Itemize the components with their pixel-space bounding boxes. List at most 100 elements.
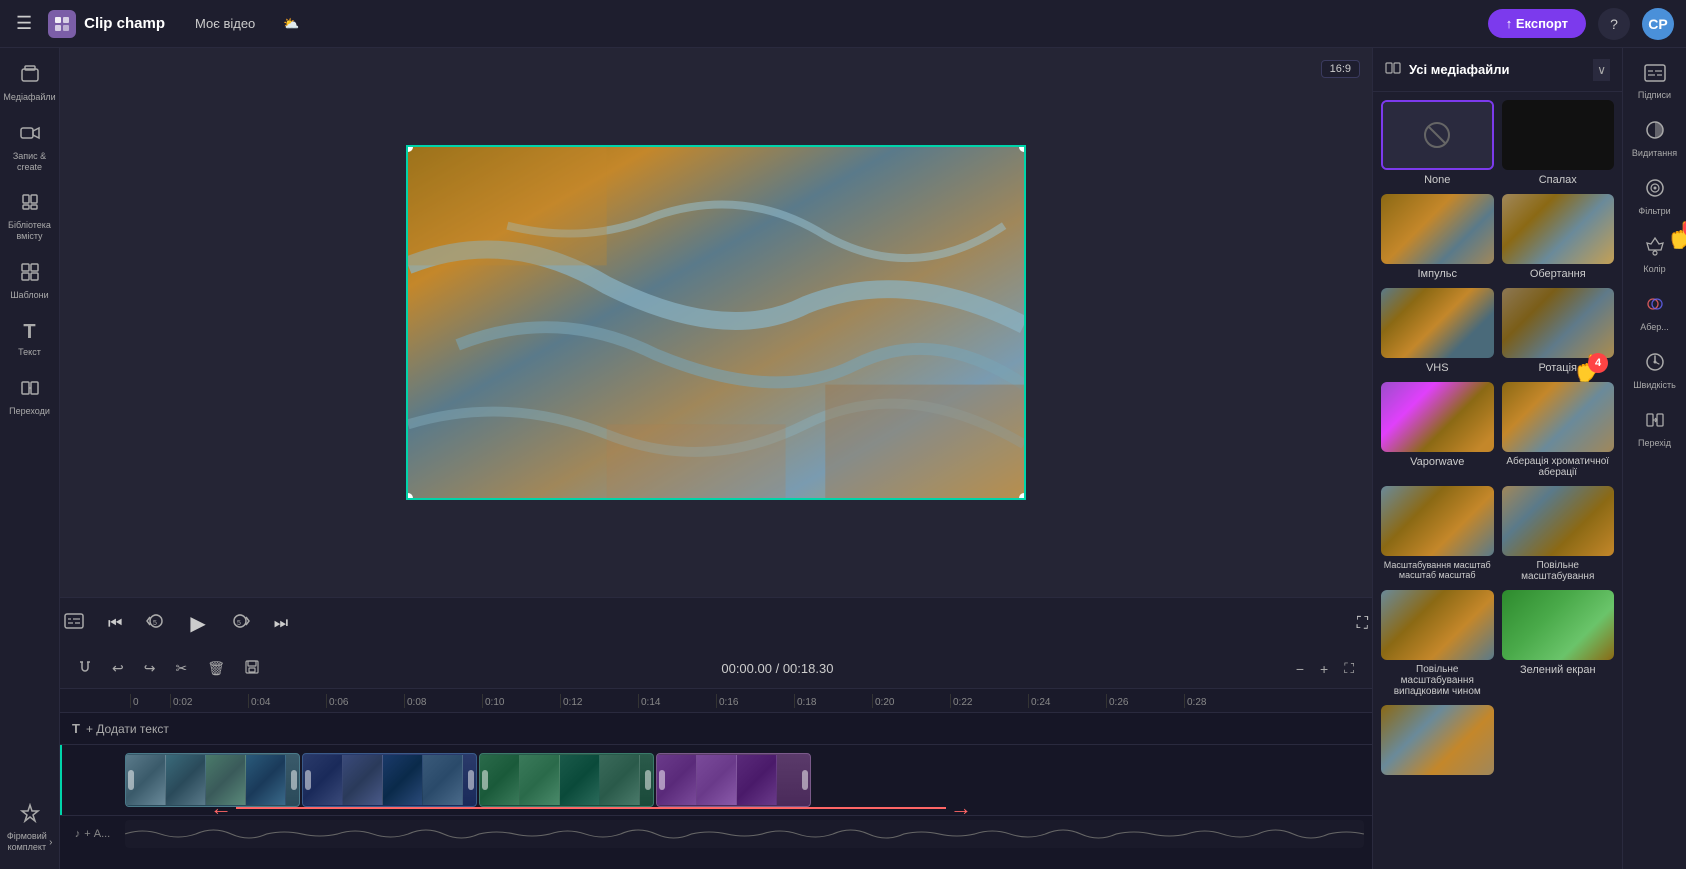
play-button[interactable]: ▶: [186, 607, 209, 640]
forward5s-button[interactable]: 5: [226, 607, 254, 640]
zoom-in-button[interactable]: +: [1314, 656, 1334, 681]
save-clip-button[interactable]: [239, 656, 265, 681]
transition-slow-zoom-2[interactable]: Повільне масштабування випадковим чином: [1381, 590, 1494, 697]
video-clip-4[interactable]: 👆 2: [656, 753, 811, 807]
transition-slow-zoom-random-thumb[interactable]: [1381, 486, 1494, 556]
cut-button[interactable]: ✂: [169, 656, 193, 681]
export-button[interactable]: ↑ Експорт: [1488, 9, 1586, 38]
transition-impulse-thumb[interactable]: [1381, 194, 1494, 264]
corner-handle-br[interactable]: [1019, 493, 1026, 500]
sidebar-item-brand-kit[interactable]: Фірмовий комплект ›: [3, 795, 57, 861]
transition-slow-zoom-random[interactable]: Масштабування масштаб масштаб масштаб: [1381, 486, 1494, 582]
forward-to-end-button[interactable]: ⏭: [270, 611, 292, 637]
filters-icon: [1645, 178, 1665, 203]
avatar-button[interactable]: CP: [1642, 8, 1674, 40]
help-button[interactable]: ?: [1598, 8, 1630, 40]
transition-impulse[interactable]: Імпульс: [1381, 194, 1494, 280]
transition-vhs[interactable]: VHS: [1381, 288, 1494, 374]
transition-rotation-img: [1502, 194, 1615, 264]
audio-add-label: + А...: [84, 828, 110, 840]
transition-green-screen[interactable]: Зелений екран: [1502, 590, 1615, 697]
redo-button[interactable]: ↪: [138, 656, 162, 681]
ratio-badge[interactable]: 16:9: [1321, 60, 1360, 78]
clip-thumb: [206, 755, 246, 805]
transitions-grid: None Спалах Імпульс: [1381, 100, 1614, 779]
panel-collapse-button[interactable]: ∨: [1593, 59, 1610, 81]
transition-flash[interactable]: Спалах: [1502, 100, 1615, 186]
clip-1-right-handle[interactable]: [291, 770, 297, 790]
far-sidebar-speed[interactable]: Швидкість: [1627, 344, 1683, 398]
transition-vaporwave-thumb[interactable]: [1381, 382, 1494, 452]
my-videos-nav[interactable]: Моє відео: [185, 12, 265, 35]
delete-button[interactable]: 🗑: [201, 656, 231, 681]
far-sidebar-color[interactable]: Колір 👆 3: [1627, 228, 1683, 282]
far-sidebar-aberration[interactable]: Абер...: [1627, 286, 1683, 340]
transition-rotation-thumb[interactable]: [1502, 194, 1615, 264]
svg-text:5: 5: [153, 620, 157, 627]
clip-2-left-handle[interactable]: [305, 770, 311, 790]
topbar-nav: Моє відео ⛅: [185, 12, 309, 36]
transition-slow-zoom[interactable]: Повільне масштабування: [1502, 486, 1615, 582]
clip-4-left-handle[interactable]: [659, 770, 665, 790]
video-clip-3[interactable]: [479, 753, 654, 807]
transition-sidebar-icon: [1645, 410, 1665, 435]
magnet-tool-button[interactable]: [72, 656, 98, 681]
clip-4-right-handle[interactable]: [802, 770, 808, 790]
zoom-out-button[interactable]: −: [1290, 656, 1310, 681]
corner-handle-tr[interactable]: [1019, 145, 1026, 152]
sidebar-item-text[interactable]: T Текст: [3, 313, 57, 366]
transition-none-thumb[interactable]: [1381, 100, 1494, 170]
clip-1-left-handle[interactable]: [128, 770, 134, 790]
transition-vhs-thumb[interactable]: [1381, 288, 1494, 358]
transition-flash-thumb[interactable]: [1502, 100, 1615, 170]
far-sidebar-fading[interactable]: Видитання: [1627, 112, 1683, 166]
mediafiles-label: Медіафайли: [3, 92, 55, 103]
playback-bar: ⏮ 5 ▶ 5 ⏭ ⛶: [60, 597, 1372, 649]
rewind-to-start-button[interactable]: ⏮: [104, 611, 126, 637]
transition-aberration-thumb[interactable]: [1502, 382, 1615, 452]
clip-thumb: [737, 755, 777, 805]
templates-icon: [20, 262, 40, 287]
transition-rotation[interactable]: Обертання: [1502, 194, 1615, 280]
transition-aberration[interactable]: Аберація хроматичної аберації: [1502, 382, 1615, 478]
playhead[interactable]: [60, 745, 62, 815]
clip-3-left-handle[interactable]: [482, 770, 488, 790]
transition-green-screen-thumb[interactable]: [1502, 590, 1615, 660]
sidebar-item-transitions[interactable]: Переходи: [3, 370, 57, 425]
clip-3-right-handle[interactable]: [645, 770, 651, 790]
video-clip-2[interactable]: [302, 753, 477, 807]
sidebar-item-templates[interactable]: Шаблони: [3, 254, 57, 309]
transition-vaporwave[interactable]: Vaporwave: [1381, 382, 1494, 478]
transition-green-screen-img: [1502, 590, 1615, 660]
back5s-button[interactable]: 5: [142, 607, 170, 640]
sidebar-item-mediafiles[interactable]: Медіафайли: [3, 56, 57, 111]
sidebar-item-library[interactable]: Бібліотека вмісту: [3, 184, 57, 250]
ruler-mark-28: 0:28: [1184, 694, 1262, 708]
clip-1-thumbs: [126, 754, 286, 806]
aberration-label: Абер...: [1640, 322, 1669, 332]
timeline-fullscreen-button[interactable]: ⛶: [1338, 656, 1360, 681]
current-time: 00:00.00: [721, 661, 772, 676]
hamburger-button[interactable]: ☰: [12, 9, 36, 38]
transition-slow-zoom-thumb[interactable]: [1502, 486, 1615, 556]
far-sidebar-captions[interactable]: Підписи: [1627, 56, 1683, 108]
cloud-icon[interactable]: ⛅: [273, 12, 309, 36]
transition-sand4[interactable]: [1381, 705, 1494, 779]
transition-sand4-thumb[interactable]: [1381, 705, 1494, 775]
fullscreen-preview-button[interactable]: ⛶: [1353, 611, 1372, 637]
transition-aberration-label: Аберація хроматичної аберації: [1502, 456, 1615, 478]
captions-button[interactable]: [60, 609, 88, 638]
sidebar-item-record[interactable]: Запис & create: [3, 115, 57, 181]
corner-handle-bl[interactable]: [406, 493, 413, 500]
clip-2-right-handle[interactable]: [468, 770, 474, 790]
add-text-button[interactable]: + Додати текст: [86, 722, 169, 736]
transition-slow-zoom-2-thumb[interactable]: [1381, 590, 1494, 660]
transition-none[interactable]: None: [1381, 100, 1494, 186]
transition-rotate2[interactable]: Ротація 👆 4: [1502, 288, 1615, 374]
undo-button[interactable]: ↩: [106, 656, 130, 681]
far-sidebar-transition[interactable]: Перехід: [1627, 402, 1683, 456]
far-sidebar-filters[interactable]: Фільтри: [1627, 170, 1683, 224]
transition-rotate2-thumb[interactable]: [1502, 288, 1615, 358]
video-clip-1[interactable]: 👆 1: [125, 753, 300, 807]
svg-text:5: 5: [237, 620, 241, 627]
